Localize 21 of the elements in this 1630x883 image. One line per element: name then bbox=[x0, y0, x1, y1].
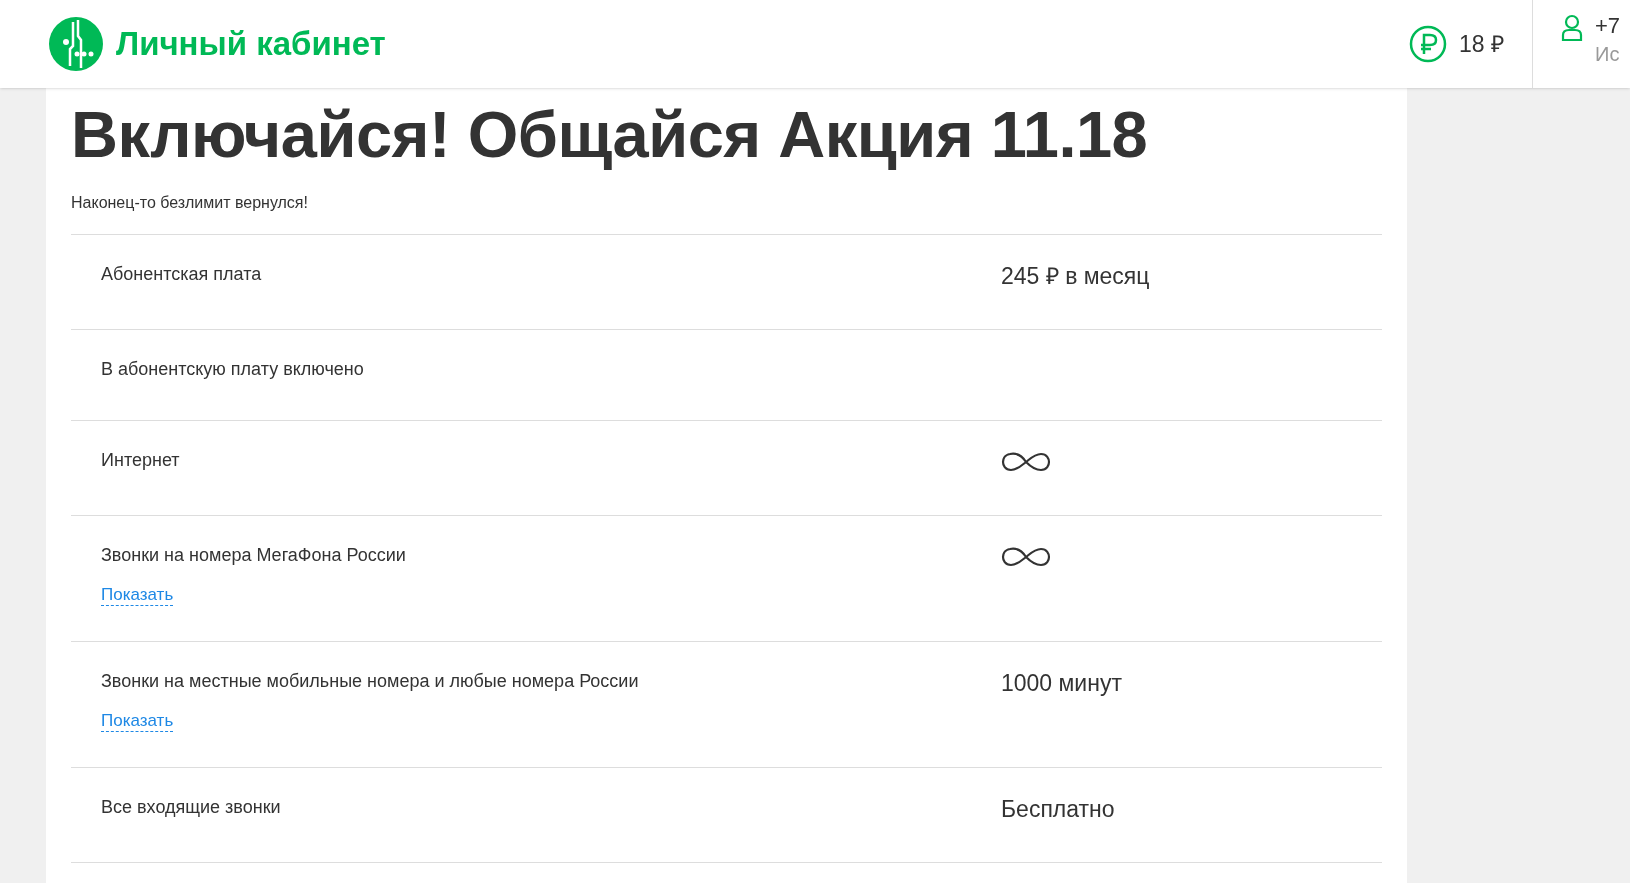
infinity-icon bbox=[1001, 546, 1051, 568]
row-label: Абонентская плата bbox=[101, 263, 262, 286]
balance-amount[interactable]: 18 ₽ bbox=[1459, 26, 1504, 62]
user-icon[interactable] bbox=[1561, 14, 1583, 42]
row-value: 1000 минут bbox=[1001, 670, 1122, 696]
site-title[interactable]: Личный кабинет bbox=[116, 19, 386, 69]
row-label: В абонентскую плату включено bbox=[101, 358, 364, 381]
account-name: Ис bbox=[1595, 42, 1621, 67]
row-label: Звонки на номера МегаФона России bbox=[101, 544, 406, 567]
infinity-icon bbox=[1001, 451, 1051, 473]
row-value: 245 ₽ в месяц bbox=[1001, 263, 1150, 289]
logo-icon bbox=[48, 16, 104, 72]
phone-number[interactable]: +7 bbox=[1595, 12, 1621, 40]
row-label: Все входящие звонки bbox=[101, 796, 281, 819]
ruble-icon bbox=[1409, 25, 1447, 63]
row-value: Бесплатно bbox=[1001, 796, 1115, 822]
show-link[interactable]: Показать bbox=[101, 711, 174, 732]
row-label: Звонки на местные мобильные номера и любые номера России bbox=[101, 670, 639, 693]
show-link[interactable]: Показать bbox=[101, 585, 174, 606]
row-label: Интернет bbox=[101, 449, 180, 472]
tariff-subtitle: Наконец-то безлимит вернулся! bbox=[71, 193, 309, 213]
